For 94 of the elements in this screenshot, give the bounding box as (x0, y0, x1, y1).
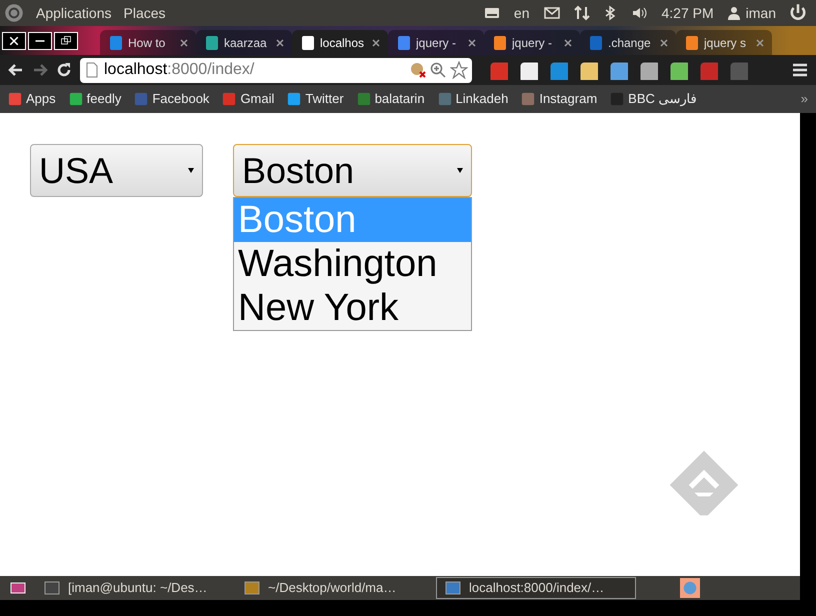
window-icon (244, 580, 260, 596)
bookmarks-overflow[interactable]: » (800, 89, 808, 109)
bookmark[interactable]: Facebook (134, 89, 210, 109)
browser-tab[interactable]: jquery s (676, 30, 772, 55)
address-bar[interactable]: localhost:8000/index/ (80, 58, 472, 82)
bookmark[interactable]: feedly (68, 89, 122, 109)
close-icon (660, 38, 668, 46)
tab-favicon-icon (204, 34, 220, 50)
network-icon (574, 5, 590, 21)
tab-title: .change (608, 34, 652, 52)
extension-icon (728, 60, 748, 80)
country-select[interactable]: USA (30, 144, 203, 197)
user-name[interactable]: iman (746, 2, 776, 24)
language-indicator[interactable]: en (514, 2, 530, 24)
browser-tab[interactable]: .change (580, 30, 676, 55)
tab-favicon-icon (108, 34, 124, 50)
extension-icon (608, 60, 628, 80)
restore-button[interactable] (54, 32, 78, 50)
close-icon (180, 38, 188, 46)
back-icon (8, 62, 24, 78)
show-desktop-icon (8, 580, 28, 596)
extension-icon (698, 60, 718, 80)
bookmark[interactable]: Instagram (521, 89, 598, 109)
extension-icon (518, 60, 538, 80)
cookie-blocked-icon (410, 62, 426, 78)
bookmark-favicon-icon (222, 92, 236, 106)
mail-icon (542, 5, 562, 21)
forward-icon (32, 62, 48, 78)
bookmark-favicon-icon (438, 92, 452, 106)
zoom-icon (430, 62, 446, 78)
tab-favicon-icon (300, 34, 316, 50)
bookmark[interactable]: Linkadeh (438, 89, 508, 109)
bookmark-favicon-icon (134, 92, 148, 106)
user-icon (726, 5, 742, 21)
window-icon (445, 580, 461, 596)
tab-favicon-icon (396, 34, 412, 50)
close-icon (276, 38, 284, 46)
clock[interactable]: 4:27 PM (662, 2, 714, 24)
reload-icon (56, 62, 72, 78)
browser-tab[interactable]: localhos (292, 30, 388, 55)
tab-title: localhos (320, 34, 366, 52)
extension-icon (488, 60, 508, 80)
bookmark[interactable]: balatarin (356, 89, 425, 109)
taskbar-item[interactable]: ~/Desktop/world/ma… (236, 577, 436, 599)
window-icon (44, 580, 60, 596)
close-button[interactable] (2, 32, 26, 50)
menu-icon (792, 62, 808, 78)
bookmark-favicon-icon (8, 92, 22, 106)
restore-icon (60, 34, 72, 46)
taskbar-item[interactable]: localhost:8000/index/… (436, 577, 636, 599)
dropdown-option[interactable]: New York (234, 286, 471, 330)
tab-favicon-icon (492, 34, 508, 50)
browser-tab[interactable]: How to (100, 30, 196, 55)
dropdown-option[interactable]: Washington (234, 242, 471, 286)
tab-favicon-icon (588, 34, 604, 50)
bookmark-favicon-icon (521, 92, 536, 106)
bookmark[interactable]: Twitter (287, 89, 344, 109)
dropdown-arrow-icon (457, 168, 463, 173)
tab-title: jquery s (704, 34, 748, 52)
minimize-button[interactable] (28, 32, 52, 50)
bookmark[interactable]: Gmail (222, 89, 274, 109)
tab-title: jquery - (416, 34, 458, 52)
extension-icon (548, 60, 568, 80)
close-icon (372, 38, 380, 46)
extension-icon (668, 60, 688, 80)
browser-tab[interactable]: jquery - (484, 30, 580, 55)
close-icon (468, 38, 476, 46)
taskbar-item[interactable]: [iman@ubuntu: ~/Des… (36, 577, 236, 599)
tab-title: kaarzaa (224, 34, 268, 52)
tab-title: jquery - (512, 34, 554, 52)
bookmark[interactable]: BBC فارسی (610, 89, 696, 109)
bookmark-favicon-icon (610, 92, 624, 106)
panel-menu[interactable]: Applications (36, 2, 112, 24)
ubuntu-logo-icon (4, 3, 24, 23)
browser-tab[interactable]: kaarzaa (196, 30, 292, 55)
close-icon (8, 34, 20, 46)
tab-title: How to (128, 34, 166, 52)
extension-icon (638, 60, 658, 80)
extension-icon (578, 60, 598, 80)
close-icon (756, 38, 764, 46)
browser-tab[interactable]: jquery - (388, 30, 484, 55)
url-text: localhost:8000/index/ (104, 60, 256, 80)
bookmark-favicon-icon (68, 92, 83, 106)
close-icon (564, 38, 572, 46)
page-icon (84, 62, 100, 78)
city-select[interactable]: Boston (233, 144, 472, 197)
bookmark[interactable]: Apps (8, 89, 56, 109)
star-icon (450, 61, 468, 79)
tab-favicon-icon (684, 34, 700, 50)
dropdown-arrow-icon (188, 168, 194, 173)
bookmark-favicon-icon (356, 92, 371, 106)
panel-menu[interactable]: Places (124, 2, 166, 24)
bookmark-favicon-icon (287, 92, 302, 106)
power-icon (788, 3, 808, 23)
